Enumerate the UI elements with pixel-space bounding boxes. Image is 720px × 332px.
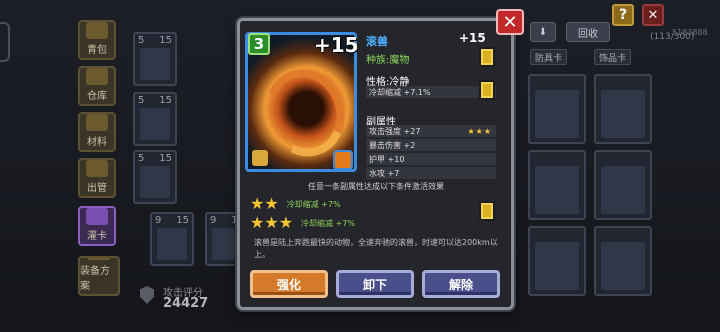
cards-icon bbox=[86, 208, 108, 225]
close-icon: ✕ bbox=[647, 7, 659, 23]
tab-label: 防具卡 bbox=[535, 53, 563, 64]
card-race: 种族:魔物 bbox=[366, 55, 410, 66]
sub-attr-row: 攻击强度 +27 ★★★ bbox=[366, 125, 496, 137]
user-id: 5183888 bbox=[672, 28, 708, 37]
help-button[interactable]: ? bbox=[612, 4, 634, 26]
modal-close-button[interactable]: ✕ bbox=[496, 9, 524, 35]
back-handle[interactable] bbox=[0, 22, 10, 62]
card-enhance-level: +15 bbox=[314, 33, 359, 57]
enhance-button[interactable]: 强化 bbox=[250, 270, 328, 298]
inventory-card[interactable]: 5 15 bbox=[133, 150, 177, 204]
dismantle-button[interactable]: 解除 bbox=[422, 270, 500, 298]
card-level: 15 bbox=[159, 35, 172, 46]
set-bonus-text: 冷却缩减 +7% bbox=[301, 218, 355, 228]
sub-attr-row: 护甲 +10 bbox=[366, 153, 496, 165]
card-art bbox=[140, 166, 170, 198]
side-menu-materials[interactable]: 材料 bbox=[78, 112, 116, 152]
side-menu-label: 装备方案 bbox=[80, 266, 110, 292]
side-menu-label: 仓库 bbox=[87, 91, 107, 102]
tab-armor-cards[interactable]: 防具卡 bbox=[530, 49, 568, 65]
recycle-label: 回收 bbox=[578, 28, 598, 40]
set-bonus-text: 冷却缩减 +7% bbox=[286, 199, 341, 209]
side-menu-label: 出管 bbox=[87, 183, 107, 194]
card-name-level: +15 bbox=[459, 31, 486, 45]
dismantle-label: 解除 bbox=[448, 277, 473, 292]
bag-icon bbox=[86, 22, 108, 39]
sort-down-button[interactable]: ⬇ bbox=[530, 22, 556, 42]
card-level: 15 bbox=[159, 153, 172, 164]
card-level: 15 bbox=[159, 95, 172, 106]
card-count: 9 bbox=[155, 215, 162, 226]
enhance-label: 强化 bbox=[276, 277, 301, 292]
set-bonus-row: ★★★ 冷却缩减 +7% bbox=[250, 215, 355, 231]
set-bonus-row: ★★ 冷却缩减 +7% bbox=[250, 196, 341, 212]
side-menu-bag[interactable]: 青包 bbox=[78, 20, 116, 60]
key-icon[interactable] bbox=[479, 80, 495, 100]
sub-attr-text: 护甲 +10 bbox=[369, 154, 405, 164]
inventory-card[interactable] bbox=[594, 150, 652, 220]
pumpkin-icon bbox=[333, 150, 353, 170]
inventory-card[interactable] bbox=[528, 150, 586, 220]
sub-attr-text: 暴击伤害 +2 bbox=[369, 140, 416, 150]
side-menu-equip-plan[interactable]: 装备方案 bbox=[78, 256, 120, 296]
card-star-level: 3 bbox=[248, 33, 270, 55]
side-menu-label: 青包 bbox=[87, 45, 107, 56]
sub-attr-row: 暴击伤害 +2 bbox=[366, 139, 496, 151]
card-name: 滚兽 bbox=[366, 35, 388, 48]
lock-icon[interactable] bbox=[252, 150, 268, 166]
trait-effect-text: 冷却缩减 +7.1% bbox=[369, 87, 431, 97]
sub-attr-row: 水攻 +7 bbox=[366, 167, 496, 179]
tab-label: 饰品卡 bbox=[599, 53, 627, 64]
card-art bbox=[140, 48, 170, 80]
star-icon: ★★★ bbox=[250, 213, 294, 232]
inventory-card[interactable] bbox=[594, 226, 652, 296]
sub-attr-text: 水攻 +7 bbox=[369, 168, 400, 178]
sub-attr-text: 攻击强度 +27 bbox=[369, 126, 421, 136]
inventory-card[interactable]: 9 15 bbox=[150, 212, 194, 266]
close-panel-button[interactable]: ✕ bbox=[642, 4, 664, 26]
inventory-card[interactable] bbox=[528, 226, 586, 296]
side-menu-sell[interactable]: 出管 bbox=[78, 158, 116, 198]
card-art bbox=[535, 90, 579, 138]
card-art bbox=[157, 228, 187, 260]
key-icon[interactable] bbox=[479, 201, 495, 221]
side-menu-label: 材料 bbox=[87, 137, 107, 148]
score-value: 24427 bbox=[163, 296, 209, 311]
materials-icon bbox=[86, 114, 108, 131]
inventory-card[interactable] bbox=[594, 74, 652, 144]
card-count: 9 bbox=[210, 215, 217, 226]
card-art bbox=[601, 242, 645, 290]
warehouse-icon bbox=[86, 68, 108, 85]
card-art bbox=[601, 166, 645, 214]
inventory-card[interactable] bbox=[528, 74, 586, 144]
side-menu-warehouse[interactable]: 仓库 bbox=[78, 66, 116, 106]
card-count: 5 bbox=[138, 95, 145, 106]
card-level: 15 bbox=[176, 215, 189, 226]
inventory-card[interactable]: 5 15 bbox=[133, 32, 177, 86]
card-count: 5 bbox=[138, 35, 145, 46]
arrow-down-icon: ⬇ bbox=[538, 26, 548, 38]
unequip-button[interactable]: 卸下 bbox=[336, 270, 414, 298]
close-icon: ✕ bbox=[502, 11, 518, 33]
card-description: 滚兽是陆上奔跑最快的动物，全速奔驰的滚兽，时速可以达200km以上。 bbox=[254, 238, 498, 259]
star-icon: ★★ bbox=[250, 194, 279, 213]
sell-icon bbox=[86, 160, 108, 177]
card-art bbox=[140, 108, 170, 140]
recycle-button[interactable]: 回收 bbox=[566, 22, 610, 42]
unequip-label: 卸下 bbox=[362, 277, 387, 292]
sub-attr-stars: ★★★ bbox=[467, 126, 492, 136]
question-icon: ? bbox=[618, 7, 628, 23]
card-art bbox=[601, 90, 645, 138]
card-art bbox=[535, 166, 579, 214]
tab-accessory-cards[interactable]: 饰品卡 bbox=[594, 49, 632, 65]
card-art bbox=[535, 242, 579, 290]
inventory-card[interactable]: 5 15 bbox=[133, 92, 177, 146]
card-count: 5 bbox=[138, 153, 145, 164]
set-condition-note: 任意一条副属性达成以下条件激活效果 bbox=[308, 182, 444, 191]
equip-plan-icon bbox=[88, 258, 110, 260]
trait-effect: 冷却缩减 +7.1% bbox=[366, 86, 496, 98]
key-icon[interactable] bbox=[479, 47, 495, 67]
side-menu-cards[interactable]: 灌卡 bbox=[78, 206, 116, 246]
side-menu-label: 灌卡 bbox=[87, 231, 107, 242]
